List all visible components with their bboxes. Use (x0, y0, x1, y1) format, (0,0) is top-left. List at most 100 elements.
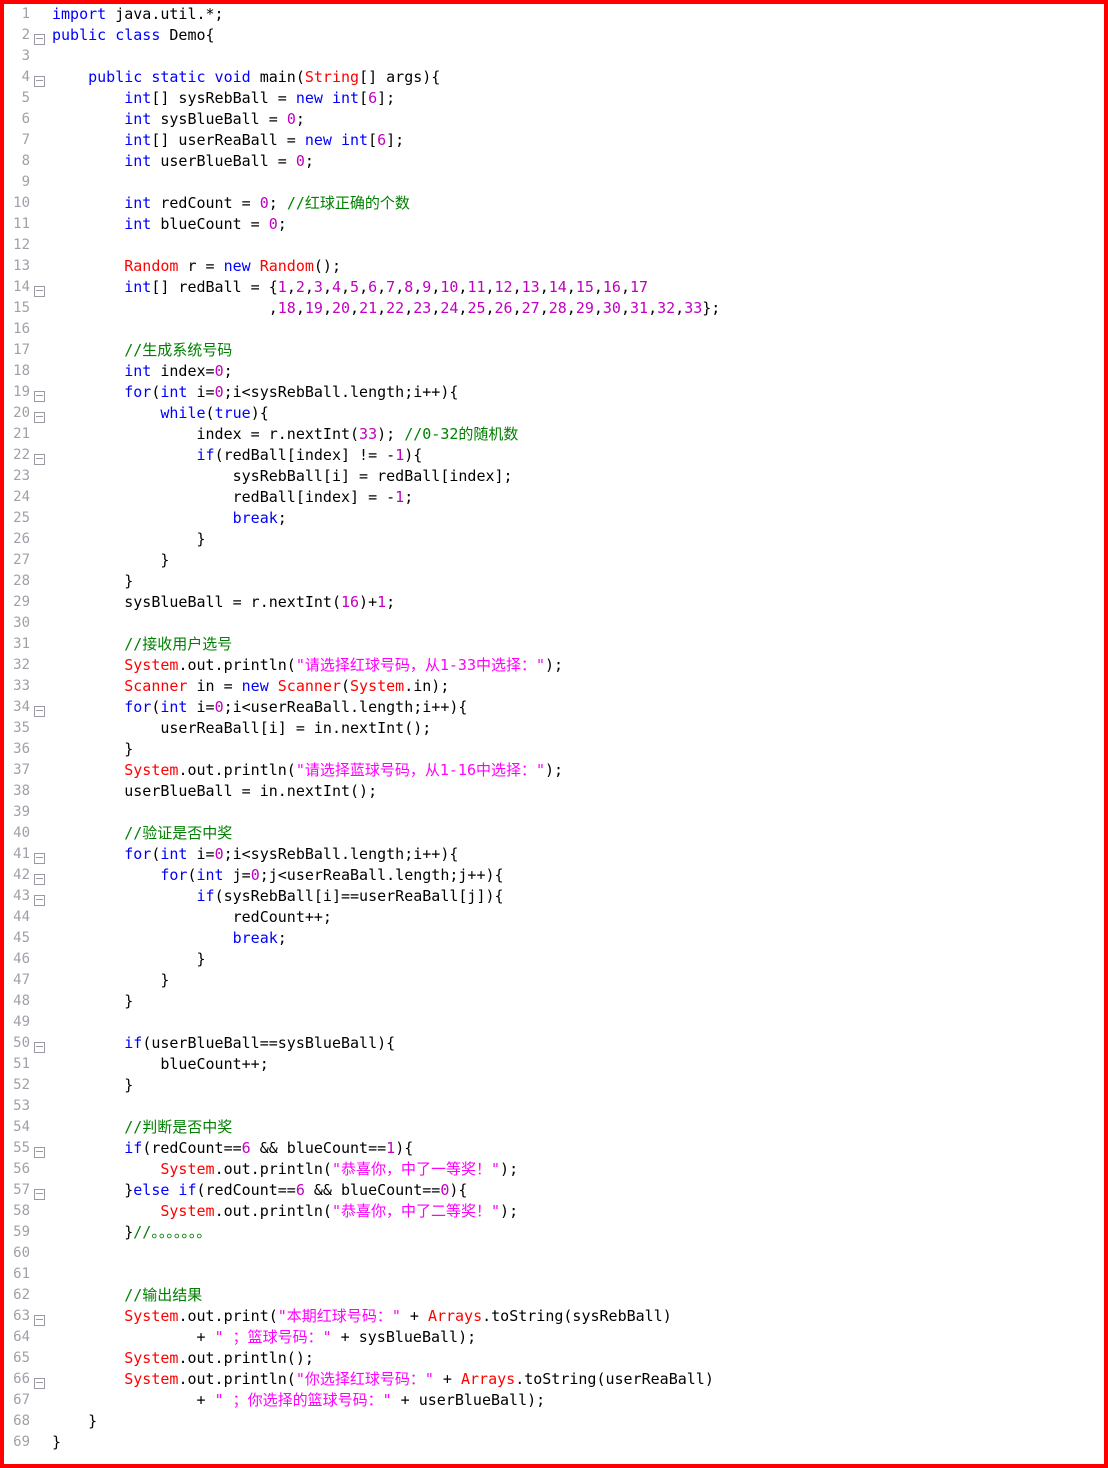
code-text[interactable]: while(true){ (48, 403, 268, 424)
code-line[interactable]: 10 int redCount = 0; //红球正确的个数 (4, 193, 1104, 214)
code-text[interactable]: ,18,19,20,21,22,23,24,25,26,27,28,29,30,… (48, 298, 721, 319)
collapse-box-icon[interactable] (33, 1147, 45, 1158)
code-text[interactable]: for(int i=0;i<sysRebBall.length;i++){ (48, 382, 458, 403)
code-text[interactable]: int redCount = 0; //红球正确的个数 (48, 193, 410, 214)
code-text[interactable]: for(int j=0;j<userReaBall.length;j++){ (48, 865, 503, 886)
code-line[interactable]: 13 Random r = new Random(); (4, 256, 1104, 277)
code-text[interactable]: int index=0; (48, 361, 232, 382)
fold-toggle-icon[interactable] (30, 445, 48, 466)
code-text[interactable]: int[] sysRebBall = new int[6]; (48, 88, 395, 109)
code-text[interactable]: + " ；篮球号码：" + sysBlueBall); (48, 1327, 476, 1348)
code-text[interactable]: userReaBall[i] = in.nextInt(); (48, 718, 431, 739)
code-line[interactable]: 62 //输出结果 (4, 1285, 1104, 1306)
code-line[interactable]: 64 + " ；篮球号码：" + sysBlueBall); (4, 1327, 1104, 1348)
code-line[interactable]: 33 Scanner in = new Scanner(System.in); (4, 676, 1104, 697)
code-text[interactable]: if(userBlueBall==sysBlueBall){ (48, 1033, 395, 1054)
collapse-box-icon[interactable] (33, 286, 45, 297)
code-line[interactable]: 58 System.out.println("恭喜你，中了二等奖！"); (4, 1201, 1104, 1222)
code-text[interactable]: //验证是否中奖 (48, 823, 232, 844)
code-text[interactable]: if(redCount==6 && blueCount==1){ (48, 1138, 413, 1159)
code-line[interactable]: 40 //验证是否中奖 (4, 823, 1104, 844)
code-line[interactable]: 11 int blueCount = 0; (4, 214, 1104, 235)
fold-toggle-icon[interactable] (30, 886, 48, 907)
fold-toggle-icon[interactable] (30, 1369, 48, 1390)
fold-toggle-icon[interactable] (30, 844, 48, 865)
code-line[interactable]: 48 } (4, 991, 1104, 1012)
code-text[interactable]: }else if(redCount==6 && blueCount==0){ (48, 1180, 467, 1201)
code-line[interactable]: 52 } (4, 1075, 1104, 1096)
code-text[interactable]: for(int i=0;i<userReaBall.length;i++){ (48, 697, 467, 718)
code-text[interactable]: blueCount++; (48, 1054, 268, 1075)
collapse-box-icon[interactable] (33, 1315, 45, 1326)
code-text[interactable]: index = r.nextInt(33); //0-32的随机数 (48, 424, 518, 445)
code-line[interactable]: 56 System.out.println("恭喜你，中了一等奖！"); (4, 1159, 1104, 1180)
code-line[interactable]: 1 import java.util.*; (4, 4, 1104, 25)
code-line[interactable]: 43 if(sysRebBall[i]==userReaBall[j]){ (4, 886, 1104, 907)
collapse-box-icon[interactable] (33, 1042, 45, 1053)
fold-toggle-icon[interactable] (30, 865, 48, 886)
code-line[interactable]: 7 int[] userReaBall = new int[6]; (4, 130, 1104, 151)
code-text[interactable]: System.out.println("请选择红球号码，从1-33中选择："); (48, 655, 563, 676)
code-listing[interactable]: 1 import java.util.*; 2 public class Demo{3… (4, 4, 1104, 1464)
code-line[interactable]: 29 sysBlueBall = r.nextInt(16)+1; (4, 592, 1104, 613)
code-line[interactable]: 47 } (4, 970, 1104, 991)
code-text[interactable]: System.out.println("恭喜你，中了二等奖！"); (48, 1201, 518, 1222)
code-text[interactable]: import java.util.*; (48, 4, 224, 25)
code-text[interactable]: sysRebBall[i] = redBall[index]; (48, 466, 513, 487)
code-line[interactable]: 17 //生成系统号码 (4, 340, 1104, 361)
code-text[interactable]: } (48, 949, 205, 970)
code-line[interactable]: 60 (4, 1243, 1104, 1264)
code-text[interactable]: //接收用户选号 (48, 634, 232, 655)
fold-toggle-icon[interactable] (30, 403, 48, 424)
code-line[interactable]: 24 redBall[index] = -1; (4, 487, 1104, 508)
collapse-box-icon[interactable] (33, 391, 45, 402)
code-line[interactable]: 22 if(redBall[index] != -1){ (4, 445, 1104, 466)
code-line[interactable]: 38 userBlueBall = in.nextInt(); (4, 781, 1104, 802)
fold-toggle-icon[interactable] (30, 382, 48, 403)
code-text[interactable]: sysBlueBall = r.nextInt(16)+1; (48, 592, 395, 613)
collapse-box-icon[interactable] (33, 853, 45, 864)
code-line[interactable]: 69} (4, 1432, 1104, 1453)
code-line[interactable]: 21 index = r.nextInt(33); //0-32的随机数 (4, 424, 1104, 445)
fold-toggle-icon[interactable] (30, 697, 48, 718)
code-text[interactable]: System.out.println("请选择蓝球号码，从1-16中选择："); (48, 760, 563, 781)
collapse-box-icon[interactable] (33, 1189, 45, 1200)
code-line[interactable]: 54 //判断是否中奖 (4, 1117, 1104, 1138)
code-text[interactable]: } (48, 1432, 61, 1453)
code-text[interactable]: int blueCount = 0; (48, 214, 287, 235)
code-line[interactable]: 45 break; (4, 928, 1104, 949)
code-line[interactable]: 59 }//。。。。。。。 (4, 1222, 1104, 1243)
code-text[interactable]: int sysBlueBall = 0; (48, 109, 305, 130)
code-line[interactable]: 46 } (4, 949, 1104, 970)
code-line[interactable]: 37 System.out.println("请选择蓝球号码，从1-16中选择：… (4, 760, 1104, 781)
code-text[interactable]: if(sysRebBall[i]==userReaBall[j]){ (48, 886, 504, 907)
code-line[interactable]: 63 System.out.print("本期红球号码：" + Arrays.t… (4, 1306, 1104, 1327)
code-line[interactable]: 20 while(true){ (4, 403, 1104, 424)
code-line[interactable]: 25 break; (4, 508, 1104, 529)
code-line[interactable]: 8 int userBlueBall = 0; (4, 151, 1104, 172)
code-line[interactable]: 19 for(int i=0;i<sysRebBall.length;i++){ (4, 382, 1104, 403)
code-text[interactable]: } (48, 571, 133, 592)
code-line[interactable]: 28 } (4, 571, 1104, 592)
code-line[interactable]: 16 (4, 319, 1104, 340)
code-text[interactable]: Random r = new Random(); (48, 256, 341, 277)
code-line[interactable]: 44 redCount++; (4, 907, 1104, 928)
code-line[interactable]: 51 blueCount++; (4, 1054, 1104, 1075)
code-text[interactable]: userBlueBall = in.nextInt(); (48, 781, 377, 802)
code-text[interactable]: public class Demo{ (48, 25, 215, 46)
fold-toggle-icon[interactable] (30, 67, 48, 88)
code-text[interactable]: } (48, 739, 133, 760)
code-line[interactable]: 57 }else if(redCount==6 && blueCount==0)… (4, 1180, 1104, 1201)
code-line[interactable]: 68 } (4, 1411, 1104, 1432)
fold-toggle-icon[interactable] (30, 1180, 48, 1201)
fold-toggle-icon[interactable] (30, 1138, 48, 1159)
code-text[interactable]: if(redBall[index] != -1){ (48, 445, 423, 466)
code-line[interactable]: 18 int index=0; (4, 361, 1104, 382)
code-text[interactable]: redCount++; (48, 907, 332, 928)
code-text[interactable]: System.out.print("本期红球号码：" + Arrays.toSt… (48, 1306, 672, 1327)
collapse-box-icon[interactable] (33, 895, 45, 906)
code-text[interactable]: break; (48, 508, 287, 529)
code-line[interactable]: 30 (4, 613, 1104, 634)
code-text[interactable]: } (48, 529, 205, 550)
code-line[interactable]: 9 (4, 172, 1104, 193)
